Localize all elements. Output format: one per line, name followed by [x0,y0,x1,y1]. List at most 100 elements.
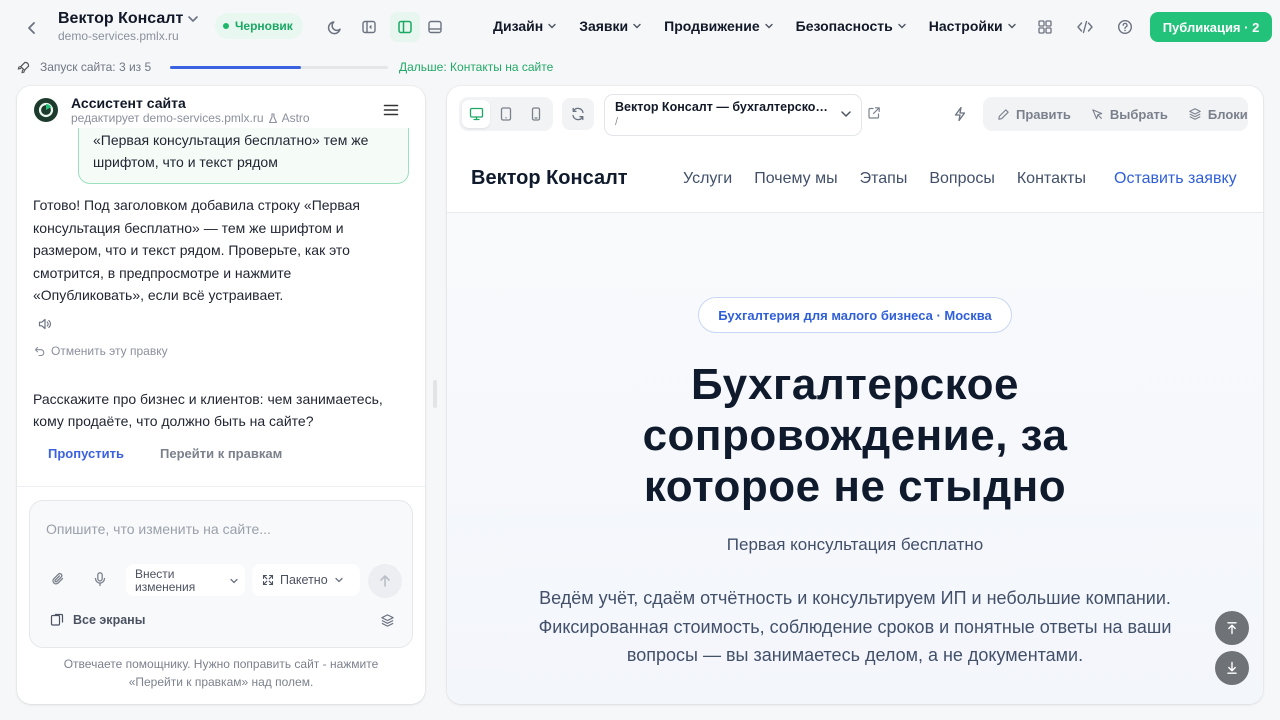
next-step-link[interactable]: Дальше: Контакты на сайте [399,60,553,74]
edit-toolbar: Править Выбрать Блоки [983,97,1248,131]
undo-edit-button[interactable]: Отменить эту правку [34,344,168,358]
apps-button[interactable] [1030,12,1060,42]
undo-icon [34,346,46,356]
panel-bottom-button[interactable] [420,12,450,42]
attach-button[interactable] [50,571,66,587]
publish-button[interactable]: Публикация · 2 [1150,12,1272,42]
grid-icon [1037,19,1053,35]
panel-bottom-icon [427,19,443,35]
site-nav-item[interactable]: Услуги [683,170,732,188]
blocks-button[interactable]: Блоки [1182,100,1254,128]
site-nav: Услуги Почему мы Этапы Вопросы Контакты [683,170,1086,188]
main-menu: Дизайн Заявки Продвижение Безопасность Н… [493,16,1017,36]
scroll-to-top-button[interactable] [1215,611,1249,645]
go-to-edits-button[interactable]: Перейти к правкам [160,446,282,461]
sidebar-left-button[interactable] [354,12,384,42]
edit-mode-button[interactable]: Править [991,100,1077,128]
help-button[interactable] [1110,12,1140,42]
code-icon [1076,19,1094,35]
hamburger-icon [383,103,405,117]
menu-item-requests[interactable]: Заявки [579,16,642,36]
site-nav-item[interactable]: Контакты [1017,170,1086,188]
lightning-icon [953,106,967,122]
edit-mode-label: Править [1016,106,1071,122]
arrow-to-bottom-icon [1225,661,1239,675]
mode-select[interactable]: Внести изменения [126,564,245,596]
undo-edit-label: Отменить эту правку [51,344,168,358]
chevron-down-icon [632,22,642,30]
launch-progress-bar [170,66,388,69]
menu-item-promotion[interactable]: Продвижение [664,16,773,36]
mobile-view-button[interactable] [522,100,550,128]
chevron-left-icon [26,21,38,35]
site-nav-item[interactable]: Этапы [860,170,908,188]
site-preview[interactable]: Вектор Консалт Услуги Почему мы Этапы Во… [447,146,1263,704]
message-input[interactable] [46,521,396,537]
preview-panel: Вектор Консалт — бухгалтерское сопровожд… [447,86,1263,704]
skip-button[interactable]: Пропустить [48,446,124,461]
chevron-down-icon [840,109,852,119]
site-switcher[interactable]: Вектор Консалт [58,10,199,28]
all-screens-button[interactable]: Все экраны [50,613,145,627]
expand-icon [262,574,274,586]
arrow-up-icon [379,574,391,588]
assistant-question: Расскажите про бизнес и клиентов: чем за… [33,391,383,429]
tablet-view-button[interactable] [492,100,520,128]
assistant-model: Astro [281,111,310,125]
chevron-down-icon [187,14,199,24]
layers-button[interactable] [380,613,395,628]
split-view-icon [397,19,413,35]
site-cta-link[interactable]: Оставить заявку [1114,170,1237,188]
read-aloud-button[interactable] [38,318,52,330]
top-bar: Вектор Консалт demo-services.pmlx.ru Чер… [0,0,1280,56]
mobile-icon [531,107,541,121]
page-title: Вектор Консалт — бухгалтерское сопровожд… [615,100,833,114]
assistant-title: Ассистент сайта [71,95,186,111]
layers-icon [1188,107,1202,121]
chat-history[interactable]: «Первая консультация бесплатно» тем же ш… [17,128,425,486]
hero-badge: Бухгалтерия для малого бизнеса · Москва [698,297,1012,333]
menu-item-settings[interactable]: Настройки [929,16,1017,36]
select-mode-button[interactable]: Выбрать [1085,100,1174,128]
arrow-to-top-icon [1225,621,1239,635]
assistant-menu-button[interactable] [383,100,405,120]
help-icon [1117,19,1133,35]
site-nav-item[interactable]: Вопросы [929,170,995,188]
menu-item-security[interactable]: Безопасность [796,16,907,36]
composer-hint: Отвечаете помощнику. Нужно поправить сай… [63,657,379,689]
message-composer: Внести изменения Пакетно Все экраны [29,500,413,648]
theme-toggle-button[interactable] [320,12,350,42]
user-message: «Первая консультация бесплатно» тем же ш… [78,128,409,184]
site-nav-item[interactable]: Почему мы [754,170,837,188]
desktop-view-button[interactable] [462,100,490,128]
assistant-subtitle-text: редактирует demo-services.pmlx.ru [71,111,264,125]
microphone-button[interactable] [92,571,108,587]
select-mode-label: Выбрать [1109,106,1168,122]
back-button[interactable] [22,18,42,38]
assistant-panel: Ассистент сайта редактирует demo-service… [17,86,425,704]
panel-divider [17,486,425,487]
external-link-icon [867,106,881,120]
launch-progress-label: Запуск сайта: 3 из 5 [40,60,152,74]
page-selector[interactable]: Вектор Консалт — бухгалтерское сопровожд… [604,94,862,136]
sidebar-left-icon [361,19,377,35]
chevron-down-icon [334,576,344,584]
menu-item-label: Безопасность [795,18,893,34]
refresh-preview-button[interactable] [562,98,594,130]
site-logo[interactable]: Вектор Консалт [471,167,628,190]
all-screens-label: Все экраны [73,613,146,627]
menu-item-design[interactable]: Дизайн [493,16,557,36]
open-external-button[interactable] [867,106,881,120]
hero-subtitle: Первая консультация бесплатно [726,535,984,554]
split-view-button[interactable] [390,12,420,42]
batch-select[interactable]: Пакетно [252,564,360,596]
batch-select-label: Пакетно [280,573,328,587]
send-button[interactable] [368,564,402,598]
scroll-to-bottom-button[interactable] [1215,651,1249,685]
quick-actions-button[interactable] [953,106,967,122]
blocks-label: Блоки [1207,106,1248,122]
panel-resize-handle[interactable] [433,380,437,408]
refresh-icon [570,106,586,122]
code-button[interactable] [1070,12,1100,42]
hero-description: Ведём учёт, сдаём отчётность и консульти… [538,588,1172,665]
